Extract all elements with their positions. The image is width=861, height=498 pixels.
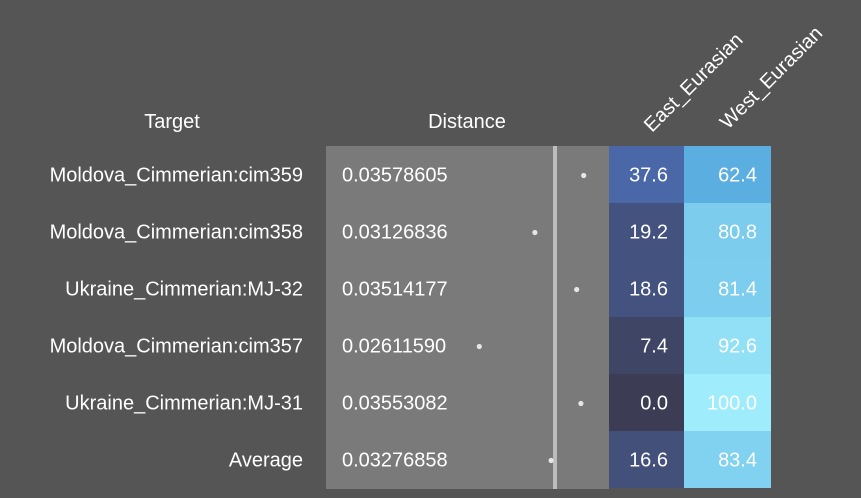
row-target-label: Moldova_Cimmerian:cim359 <box>50 165 303 187</box>
east-eurasian-value: 16.6 <box>629 450 668 472</box>
east-eurasian-value: 0.0 <box>640 393 668 415</box>
distance-divider <box>553 146 557 489</box>
header-target: Target <box>144 111 200 133</box>
west-eurasian-value: 81.4 <box>718 279 757 301</box>
row-distance-label: 0.03514177 <box>342 279 448 301</box>
distance-dot <box>578 400 584 407</box>
east-eurasian-value: 19.2 <box>629 222 668 244</box>
east-eurasian-value: 7.4 <box>640 336 668 358</box>
row-target-label: Average <box>229 450 303 472</box>
row-distance-label: 0.03126836 <box>342 222 448 244</box>
distance-dot <box>532 229 538 236</box>
distance-dot <box>476 343 482 350</box>
west-eurasian-value: 83.4 <box>718 450 757 472</box>
west-eurasian-value: 80.8 <box>718 222 757 244</box>
distance-dot <box>548 457 554 464</box>
header-distance: Distance <box>428 111 506 133</box>
row-distance-label: 0.03578605 <box>342 165 448 187</box>
row-target-label: Moldova_Cimmerian:cim358 <box>50 222 303 244</box>
west-eurasian-value: 100.0 <box>707 393 757 415</box>
distance-dot <box>581 172 587 179</box>
admixture-table: Target Distance East_Eurasian West_Euras… <box>50 22 827 489</box>
row-distance-label: 0.03553082 <box>342 393 448 415</box>
west-eurasian-value: 92.6 <box>718 336 757 358</box>
distance-dot <box>574 286 580 293</box>
row-target-label: Ukraine_Cimmerian:MJ-32 <box>65 279 303 301</box>
row-distance-label: 0.02611590 <box>342 336 446 358</box>
east-eurasian-value: 18.6 <box>629 279 668 301</box>
west-eurasian-value: 62.4 <box>718 165 757 187</box>
east-eurasian-value: 37.6 <box>629 165 668 187</box>
row-distance-label: 0.03276858 <box>342 450 448 472</box>
row-target-label: Moldova_Cimmerian:cim357 <box>50 336 303 358</box>
row-target-label: Ukraine_Cimmerian:MJ-31 <box>65 393 303 415</box>
distance-panel <box>326 146 609 489</box>
